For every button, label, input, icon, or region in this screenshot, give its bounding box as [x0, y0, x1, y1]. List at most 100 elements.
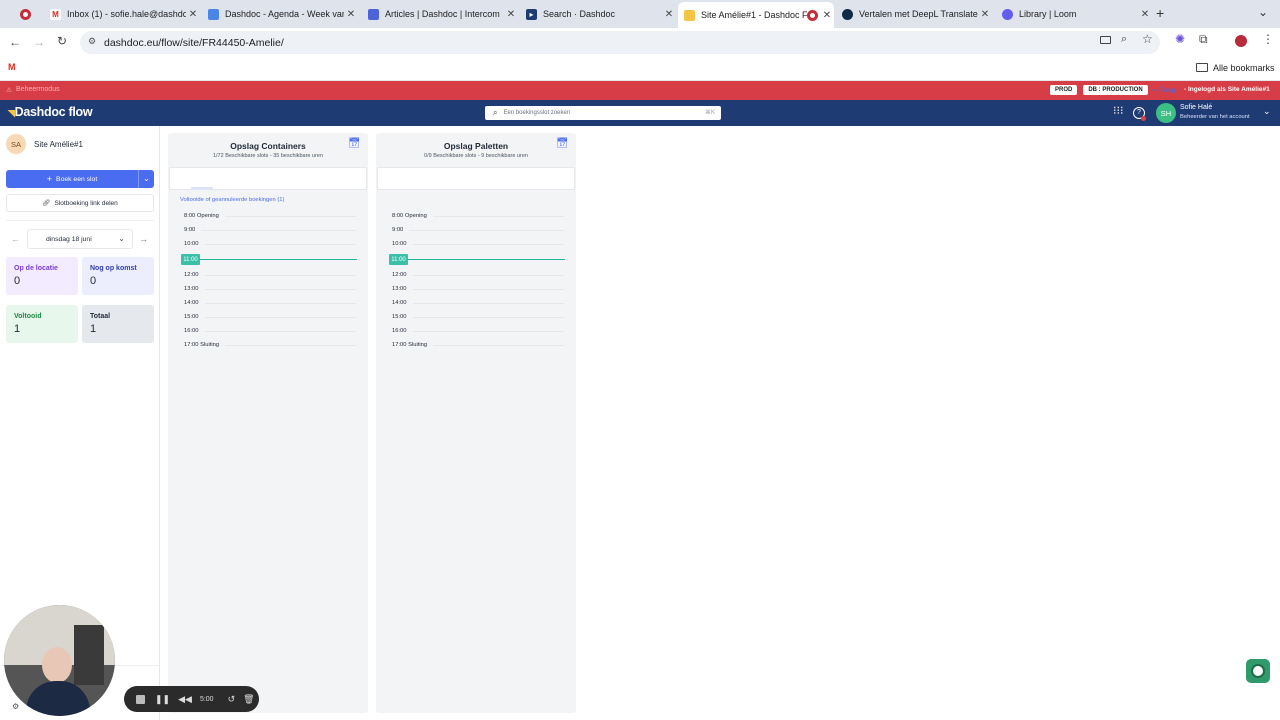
current-time-line [389, 259, 565, 260]
menu-icon[interactable]: ⋮ [1262, 32, 1274, 46]
tab-site-amelie[interactable]: Site Amélie#1 - Dashdoc F ✕ [678, 2, 834, 28]
pause-icon[interactable]: ❚❚ [155, 694, 170, 705]
calendar-icon [208, 8, 219, 20]
date-picker[interactable]: dinsdag 18 juni ⌄ [27, 229, 133, 249]
recording-timer: 5:00 [199, 695, 214, 703]
search-app-icon: ▸ [526, 8, 537, 20]
forward-icon[interactable]: → [33, 35, 45, 49]
card-upcoming[interactable]: Nog op komst 0 [82, 257, 154, 295]
stop-icon[interactable] [136, 694, 145, 704]
intercom-icon [368, 8, 379, 20]
extensions-puzzle-icon[interactable]: ⧉ [1199, 32, 1208, 47]
previous-day-icon[interactable]: ← [11, 234, 20, 244]
webcam-bubble[interactable] [4, 605, 115, 716]
chevron-down-icon[interactable]: ⌄ [1263, 106, 1271, 117]
camera-settings-icon[interactable]: ⚙ [12, 702, 19, 711]
hour-label: 9:00 [184, 227, 196, 233]
hour-row: 10:00 [184, 239, 356, 249]
hour-row: 8:00 Opening [392, 211, 564, 221]
book-slot-dropdown[interactable]: ⌄ [138, 170, 154, 188]
back-icon[interactable]: ← [9, 35, 21, 49]
column-header: Opslag Paletten 0/9 Beschikbare slots - … [376, 133, 576, 167]
card-on-site[interactable]: Op de locatie 0 [6, 257, 78, 295]
close-icon[interactable]: ✕ [978, 9, 992, 20]
share-link-button[interactable]: 🔗︎ Slotboeking link delen [6, 194, 154, 212]
tab-agenda[interactable]: Dashdoc - Agenda - Week van ✕ [202, 3, 358, 25]
card-completed[interactable]: Voltooid 1 [6, 305, 78, 343]
current-time-badge: 11:00 [389, 254, 408, 265]
close-icon[interactable]: ✕ [820, 10, 834, 21]
restart-icon[interactable]: ↺ [228, 694, 236, 705]
hour-gridline [412, 316, 564, 318]
divider [6, 220, 154, 221]
env-badge: PROD [1050, 85, 1078, 95]
gmail-bookmark-icon[interactable]: M [8, 62, 16, 72]
hour-label: 9:00 [392, 227, 404, 233]
completed-bookings-link[interactable]: Voltooide of geannuleerde boekingen (1) [180, 197, 284, 203]
close-icon[interactable]: ✕ [344, 9, 358, 20]
zoom-icon[interactable]: ⌕ [1121, 33, 1127, 46]
new-tab-button[interactable]: + [1156, 5, 1164, 21]
slot-search-input[interactable]: ⌕ Een boekingsslot zoeken ⌘K [485, 106, 721, 120]
hour-label: 12:00 [184, 272, 199, 278]
card-total[interactable]: Totaal 1 [82, 305, 154, 343]
current-time-badge: 11:00 [181, 254, 200, 265]
close-icon[interactable]: ✕ [504, 9, 518, 20]
hour-gridline [204, 330, 356, 332]
calendar-settings-icon[interactable]: 📅︎ [348, 138, 361, 149]
hour-row: 14:00 [184, 298, 356, 308]
db-badge: DB : PRODUCTION [1083, 85, 1148, 95]
profile-avatar[interactable] [1235, 35, 1247, 47]
apps-grid-icon[interactable]: ⁝⁝⁝ [1113, 106, 1124, 117]
gmail-icon: M [50, 8, 61, 20]
bookmark-star-icon[interactable]: ☆ [1142, 32, 1153, 46]
close-icon[interactable]: ✕ [662, 9, 676, 20]
site-name: Site Amélie#1 [34, 140, 83, 149]
close-icon[interactable]: ✕ [186, 9, 200, 20]
rewind-icon[interactable]: ◀◀ [178, 694, 192, 705]
tab-intercom[interactable]: Articles | Dashdoc | Intercom ✕ [362, 3, 518, 25]
assistant-icon [1251, 664, 1265, 678]
close-icon[interactable]: ✕ [1138, 9, 1152, 20]
book-slot-button[interactable]: + Boek een slot [6, 170, 138, 188]
extension-icon[interactable]: ✺ [1175, 32, 1185, 46]
column-subtitle: 0/9 Beschikbare slots - 9 beschikbare ur… [424, 153, 528, 159]
hour-row: 17:00 Sluiting [392, 340, 564, 350]
tab-deepl[interactable]: Vertalen met DeepL Translate ✕ [836, 3, 992, 25]
hour-row: 16:00 [392, 326, 564, 336]
record-icon [20, 8, 31, 20]
link-icon: 🔗︎ [42, 200, 51, 207]
hour-gridline [204, 243, 356, 245]
site-info-icon[interactable]: ⚙ [88, 36, 96, 47]
hour-row: 15:00 [392, 312, 564, 322]
camera-icon[interactable] [1100, 36, 1111, 44]
folder-icon [1196, 63, 1208, 72]
tab-search-icon[interactable]: ⌄ [1258, 5, 1268, 19]
column-header: Opslag Containers 1/72 Beschikbare slots… [168, 133, 368, 167]
hour-gridline [412, 330, 564, 332]
dashdoc-logo[interactable]: ◥Dashdoc flow [8, 105, 93, 119]
url-field[interactable]: ⚙ dashdoc.eu/flow/site/FR44450-Amelie/ [80, 31, 1160, 54]
reload-icon[interactable]: ↻ [57, 34, 67, 48]
webcam-body [26, 681, 90, 716]
logo-mark-icon: ◥ [8, 108, 15, 118]
tab-search[interactable]: ▸ Search · Dashdoc ✕ [520, 3, 676, 25]
trash-icon[interactable]: 🗑︎ [243, 694, 254, 705]
next-day-icon[interactable]: → [139, 234, 148, 244]
hour-row: 9:00 [184, 225, 356, 235]
all-bookmarks[interactable]: Alle bookmarks [1213, 63, 1275, 73]
tab-gmail[interactable]: M Inbox (1) - sofie.hale@dashdoc ✕ [44, 3, 200, 25]
hour-gridline [204, 316, 356, 318]
user-avatar[interactable]: SH [1156, 103, 1176, 123]
hour-gridline [412, 288, 564, 290]
hour-label: 16:00 [184, 328, 199, 334]
tab-recording[interactable] [14, 3, 42, 25]
tab-loom[interactable]: Library | Loom ✕ [996, 3, 1152, 25]
hour-row: 13:00 [392, 284, 564, 294]
search-icon: ⌕ [493, 108, 498, 117]
scroll-handle[interactable] [191, 187, 213, 190]
calendar-settings-icon[interactable]: 📅︎ [556, 138, 569, 149]
back-link[interactable]: ⇦ Terug [1152, 86, 1175, 94]
floating-assistant-button[interactable] [1246, 659, 1270, 683]
hour-label: 15:00 [392, 314, 407, 320]
